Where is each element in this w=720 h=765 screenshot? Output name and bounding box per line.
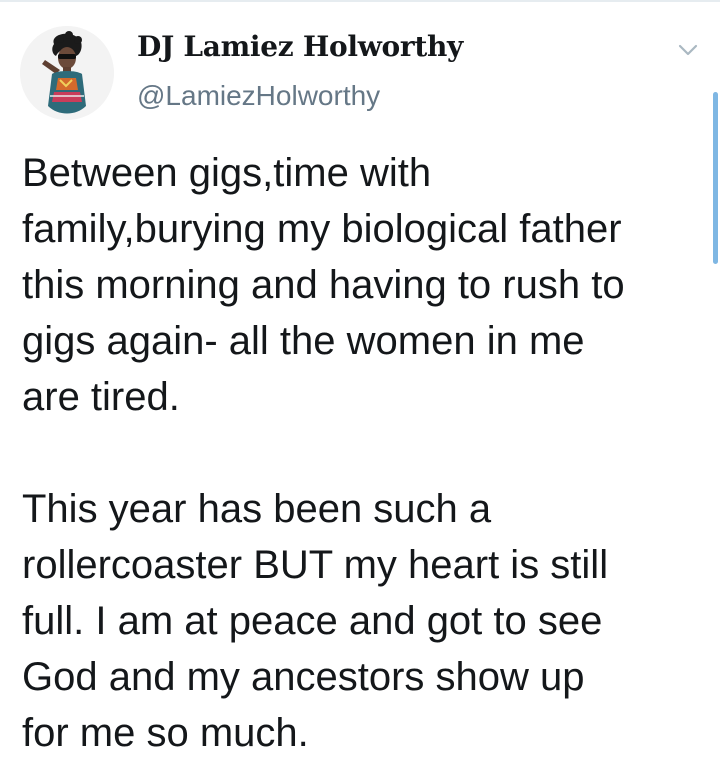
display-name[interactable]: DJ Lamiez Holworthy xyxy=(137,30,463,63)
tweet-paragraph: This year has been such a rollercoaster … xyxy=(22,487,609,755)
avatar-image xyxy=(20,26,114,120)
avatar[interactable] xyxy=(20,26,114,120)
chevron-down-icon[interactable] xyxy=(677,42,699,58)
tweet-text: Between gigs,time with family,burying my… xyxy=(22,145,712,761)
tweet-paragraph: Between gigs,time with family,burying my… xyxy=(22,151,625,419)
user-handle[interactable]: @LamiezHolworthy xyxy=(137,80,380,112)
scrollbar[interactable] xyxy=(713,92,718,264)
top-divider xyxy=(0,0,720,2)
